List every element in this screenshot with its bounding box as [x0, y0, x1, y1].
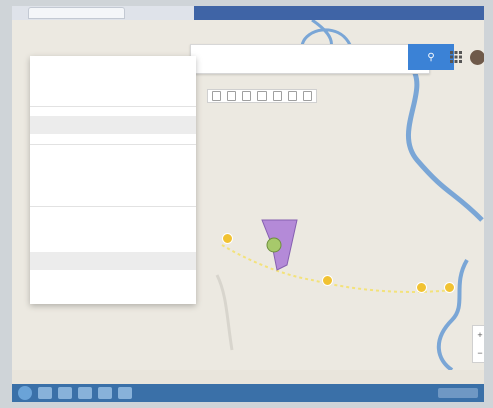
- avatar[interactable]: [470, 50, 484, 65]
- area-marker[interactable]: [266, 237, 282, 253]
- undo-icon[interactable]: [212, 91, 222, 101]
- zoom-out-icon[interactable]: −: [477, 348, 482, 358]
- search-icon: ⚲: [427, 51, 435, 63]
- select-icon[interactable]: [242, 91, 252, 101]
- panel-item[interactable]: [44, 236, 184, 248]
- panel-item[interactable]: [44, 156, 184, 168]
- panel-subtitle: [44, 84, 184, 96]
- start-button-icon[interactable]: [18, 386, 32, 400]
- desktop-screen: + − ⚲: [12, 6, 484, 390]
- panel-section-title[interactable]: [44, 216, 184, 228]
- map-marker[interactable]: [322, 275, 333, 286]
- map-marker[interactable]: [444, 282, 455, 293]
- zoom-control[interactable]: + −: [472, 325, 484, 363]
- measure-icon[interactable]: [302, 91, 312, 101]
- taskbar-app-icon[interactable]: [38, 387, 52, 399]
- search-input[interactable]: [190, 44, 430, 74]
- apps-grid-icon[interactable]: [449, 50, 463, 64]
- browser-tab[interactable]: [28, 7, 125, 19]
- taskbar-app-icon[interactable]: [78, 387, 92, 399]
- taskbar-app-icon[interactable]: [98, 387, 112, 399]
- panel-divider: [30, 206, 196, 207]
- directions-icon[interactable]: [287, 91, 297, 101]
- panel-divider: [30, 106, 196, 107]
- panel-divider: [30, 144, 196, 145]
- zoom-in-icon[interactable]: +: [477, 330, 482, 340]
- panel-title[interactable]: [44, 68, 184, 80]
- taskbar-app-icon[interactable]: [58, 387, 72, 399]
- system-clock: [438, 388, 478, 398]
- panel-layer-name[interactable]: [44, 119, 184, 131]
- panel-item[interactable]: [44, 255, 184, 267]
- browser-titlebar: [12, 6, 484, 20]
- map-marker[interactable]: [416, 282, 427, 293]
- redo-icon[interactable]: [227, 91, 237, 101]
- taskbar: [12, 384, 484, 402]
- window-header-strip: [194, 6, 484, 20]
- layers-panel: [30, 56, 196, 304]
- panel-item[interactable]: [44, 174, 184, 186]
- marker-tool-icon[interactable]: [257, 91, 267, 101]
- taskbar-app-icon[interactable]: [118, 387, 132, 399]
- draw-line-icon[interactable]: [272, 91, 282, 101]
- search-button[interactable]: ⚲: [408, 44, 454, 70]
- map-toolbar: [207, 89, 317, 103]
- map-marker[interactable]: [222, 233, 233, 244]
